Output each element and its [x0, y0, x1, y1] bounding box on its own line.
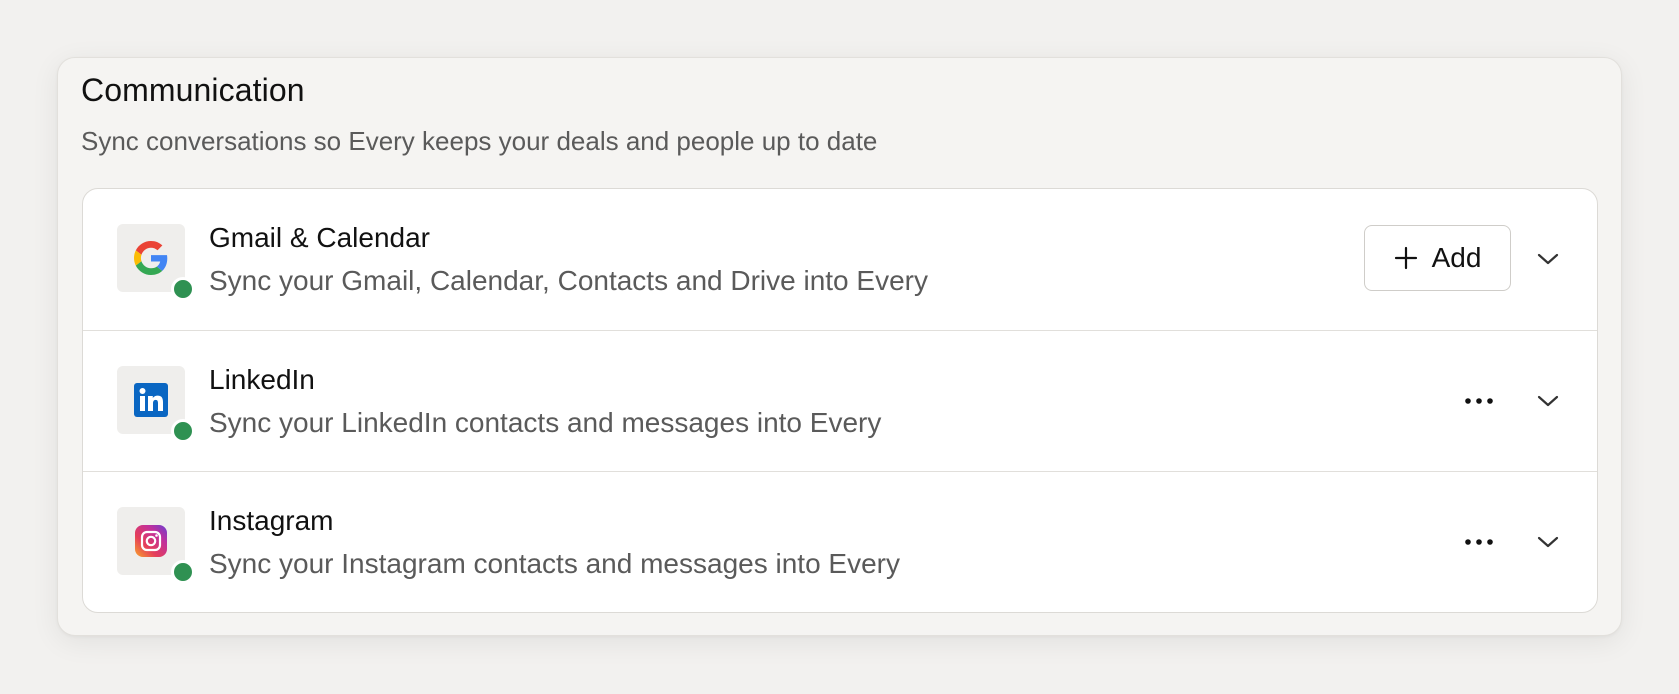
chevron-down-icon[interactable]	[1533, 244, 1563, 274]
plus-icon	[1394, 246, 1417, 270]
connected-status-dot	[171, 277, 195, 301]
integration-title: LinkedIn	[209, 364, 315, 395]
connected-status-dot	[171, 419, 195, 443]
integration-row-instagram: Instagram Sync your Instagram contacts a…	[83, 471, 1597, 612]
section-subtitle: Sync conversations so Every keeps your d…	[81, 126, 878, 156]
section-title: Communication	[81, 72, 305, 108]
integration-row-gmail: Gmail & Calendar Sync your Gmail, Calend…	[83, 189, 1597, 330]
more-options-icon[interactable]	[1459, 522, 1499, 562]
integration-title: Gmail & Calendar	[209, 222, 430, 253]
integration-title: Instagram	[209, 505, 334, 536]
add-button-label: Add	[1431, 242, 1482, 273]
communication-panel: Communication Sync conversations so Ever…	[57, 57, 1622, 636]
chevron-down-icon[interactable]	[1533, 386, 1563, 416]
integration-description: Sync your Instagram contacts and message…	[209, 548, 900, 579]
integrations-list: Gmail & Calendar Sync your Gmail, Calend…	[82, 188, 1598, 613]
integration-description: Sync your Gmail, Calendar, Contacts and …	[209, 265, 928, 296]
add-button[interactable]: Add	[1364, 225, 1511, 291]
integration-description: Sync your LinkedIn contacts and messages…	[209, 407, 882, 438]
integration-row-linkedin: LinkedIn Sync your LinkedIn contacts and…	[83, 330, 1597, 471]
more-options-icon[interactable]	[1459, 381, 1499, 421]
connected-status-dot	[171, 560, 195, 584]
chevron-down-icon[interactable]	[1533, 527, 1563, 557]
